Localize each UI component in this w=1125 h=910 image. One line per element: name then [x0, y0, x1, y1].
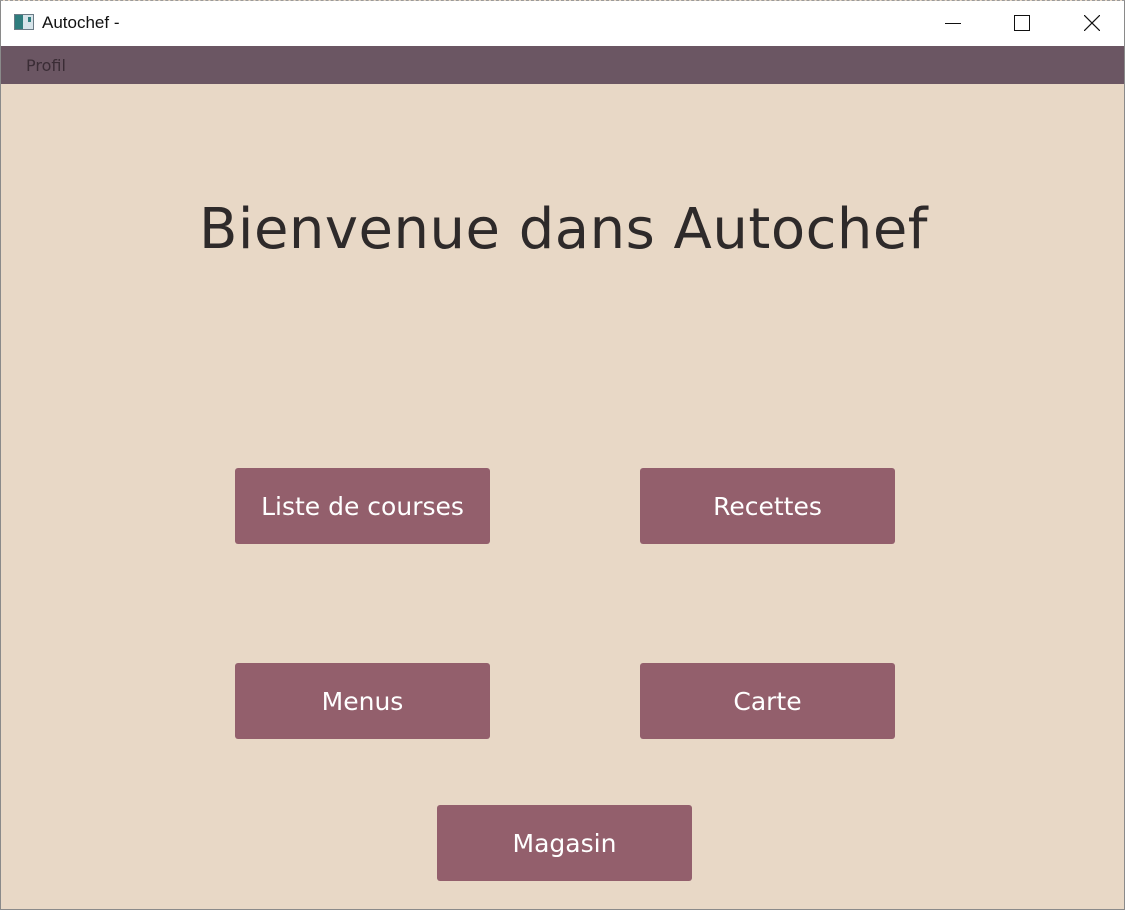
maximize-icon	[1014, 15, 1030, 31]
app-window-icon	[14, 14, 34, 30]
card-button[interactable]: Carte	[640, 663, 895, 739]
minimize-icon	[945, 23, 961, 24]
recipes-button[interactable]: Recettes	[640, 468, 895, 544]
close-button[interactable]	[1057, 1, 1124, 46]
shopping-list-button[interactable]: Liste de courses	[235, 468, 490, 544]
menus-button[interactable]: Menus	[235, 663, 490, 739]
app-window: Autochef - Profil Bienvenue dans Autoche…	[0, 0, 1125, 910]
page-title: Bienvenue dans Autochef	[198, 197, 929, 262]
store-button[interactable]: Magasin	[437, 805, 692, 881]
maximize-button[interactable]	[987, 1, 1057, 46]
menu-bar: Profil	[1, 46, 1124, 84]
title-bar[interactable]: Autochef -	[1, 1, 1124, 46]
close-icon	[1084, 15, 1100, 31]
window-title: Autochef -	[42, 13, 120, 32]
menu-item-profil[interactable]: Profil	[26, 56, 66, 75]
minimize-button[interactable]	[918, 1, 988, 46]
